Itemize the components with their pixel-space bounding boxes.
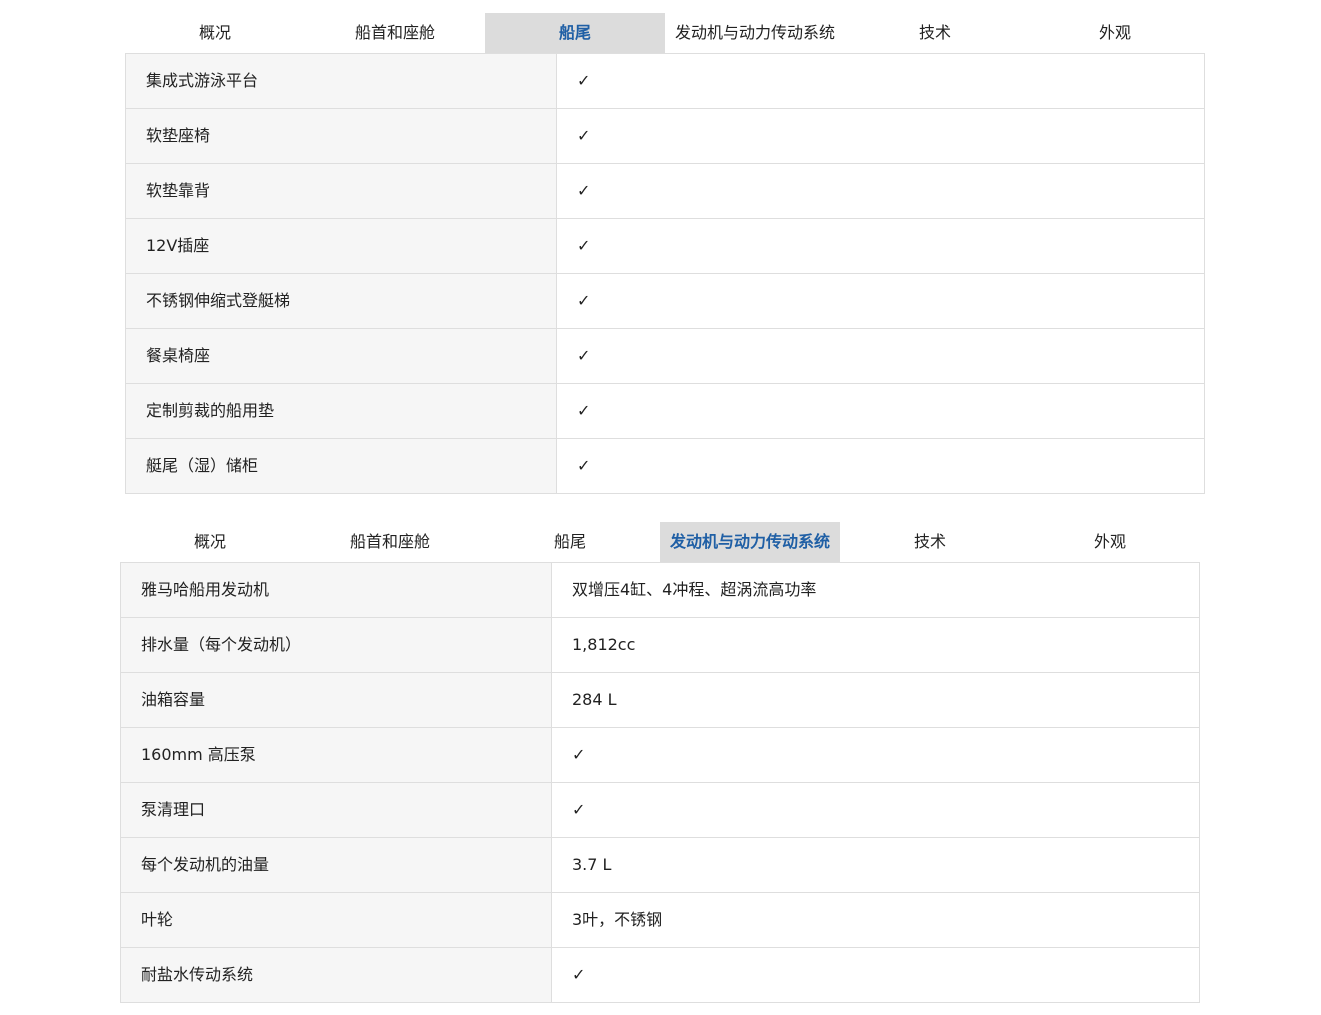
spec-label: 软垫座椅: [126, 109, 557, 163]
tab-stern[interactable]: 船尾: [485, 13, 665, 53]
table-row: 油箱容量 284 L: [121, 673, 1199, 728]
spec-label: 餐桌椅座: [126, 329, 557, 383]
tab-engine-and-drivetrain[interactable]: 发动机与动力传动系统: [665, 13, 845, 53]
table-row: 12V插座 ✓: [126, 219, 1204, 274]
tab-appearance[interactable]: 外观: [1025, 13, 1205, 53]
table-row: 耐盐水传动系统 ✓: [121, 948, 1199, 1003]
spec-value: 1,812cc: [552, 618, 1199, 672]
tab-bar: 概况 船首和座舱 船尾 发动机与动力传动系统 技术 外观: [125, 13, 1205, 53]
table-row: 叶轮 3叶，不锈钢: [121, 893, 1199, 948]
check-icon: ✓: [557, 329, 1204, 383]
spec-label: 艇尾（湿）储柜: [126, 439, 557, 493]
spec-value: 双增压4缸、4冲程、超涡流高功率: [552, 563, 1199, 617]
spec-panel-stern: 概况 船首和座舱 船尾 发动机与动力传动系统 技术 外观 集成式游泳平台 ✓ 软…: [125, 13, 1205, 494]
table-row: 雅马哈船用发动机 双增压4缸、4冲程、超涡流高功率: [121, 563, 1199, 618]
check-icon: ✓: [557, 384, 1204, 438]
spec-label: 耐盐水传动系统: [121, 948, 552, 1002]
check-icon: ✓: [552, 948, 1199, 1002]
table-row: 不锈钢伸缩式登艇梯 ✓: [126, 274, 1204, 329]
tab-bow-and-cockpit[interactable]: 船首和座舱: [300, 522, 480, 562]
spec-label: 不锈钢伸缩式登艇梯: [126, 274, 557, 328]
table-row: 艇尾（湿）储柜 ✓: [126, 439, 1204, 494]
table-row: 软垫靠背 ✓: [126, 164, 1204, 219]
spec-label: 雅马哈船用发动机: [121, 563, 552, 617]
spec-label: 泵清理口: [121, 783, 552, 837]
spec-label: 12V插座: [126, 219, 557, 273]
spec-value: 3.7 L: [552, 838, 1199, 892]
spec-label: 油箱容量: [121, 673, 552, 727]
tab-stern[interactable]: 船尾: [480, 522, 660, 562]
check-icon: ✓: [552, 783, 1199, 837]
spec-label: 160mm 高压泵: [121, 728, 552, 782]
spec-value: 3叶，不锈钢: [552, 893, 1199, 947]
spec-label: 每个发动机的油量: [121, 838, 552, 892]
table-row: 泵清理口 ✓: [121, 783, 1199, 838]
tab-engine-and-drivetrain[interactable]: 发动机与动力传动系统: [660, 522, 840, 562]
check-icon: ✓: [552, 728, 1199, 782]
tab-overview[interactable]: 概况: [125, 13, 305, 53]
table-row: 定制剪裁的船用垫 ✓: [126, 384, 1204, 439]
check-icon: ✓: [557, 274, 1204, 328]
table-row: 每个发动机的油量 3.7 L: [121, 838, 1199, 893]
check-icon: ✓: [557, 219, 1204, 273]
spec-label: 集成式游泳平台: [126, 54, 557, 108]
tab-technology[interactable]: 技术: [840, 522, 1020, 562]
tab-bow-and-cockpit[interactable]: 船首和座舱: [305, 13, 485, 53]
check-icon: ✓: [557, 439, 1204, 493]
spec-label: 定制剪裁的船用垫: [126, 384, 557, 438]
check-icon: ✓: [557, 54, 1204, 108]
tab-appearance[interactable]: 外观: [1020, 522, 1200, 562]
spec-label: 排水量（每个发动机）: [121, 618, 552, 672]
table-row: 餐桌椅座 ✓: [126, 329, 1204, 384]
spec-value: 284 L: [552, 673, 1199, 727]
spec-table: 雅马哈船用发动机 双增压4缸、4冲程、超涡流高功率 排水量（每个发动机） 1,8…: [120, 562, 1200, 1003]
table-row: 软垫座椅 ✓: [126, 109, 1204, 164]
check-icon: ✓: [557, 109, 1204, 163]
table-row: 排水量（每个发动机） 1,812cc: [121, 618, 1199, 673]
spec-label: 叶轮: [121, 893, 552, 947]
spec-panel-engine: 概况 船首和座舱 船尾 发动机与动力传动系统 技术 外观 雅马哈船用发动机 双增…: [120, 522, 1200, 1003]
check-icon: ✓: [557, 164, 1204, 218]
spec-table: 集成式游泳平台 ✓ 软垫座椅 ✓ 软垫靠背 ✓ 12V插座 ✓ 不锈钢伸缩式登艇…: [125, 53, 1205, 494]
table-row: 160mm 高压泵 ✓: [121, 728, 1199, 783]
tab-technology[interactable]: 技术: [845, 13, 1025, 53]
tab-overview[interactable]: 概况: [120, 522, 300, 562]
table-row: 集成式游泳平台 ✓: [126, 54, 1204, 109]
tab-bar: 概况 船首和座舱 船尾 发动机与动力传动系统 技术 外观: [120, 522, 1200, 562]
spec-label: 软垫靠背: [126, 164, 557, 218]
